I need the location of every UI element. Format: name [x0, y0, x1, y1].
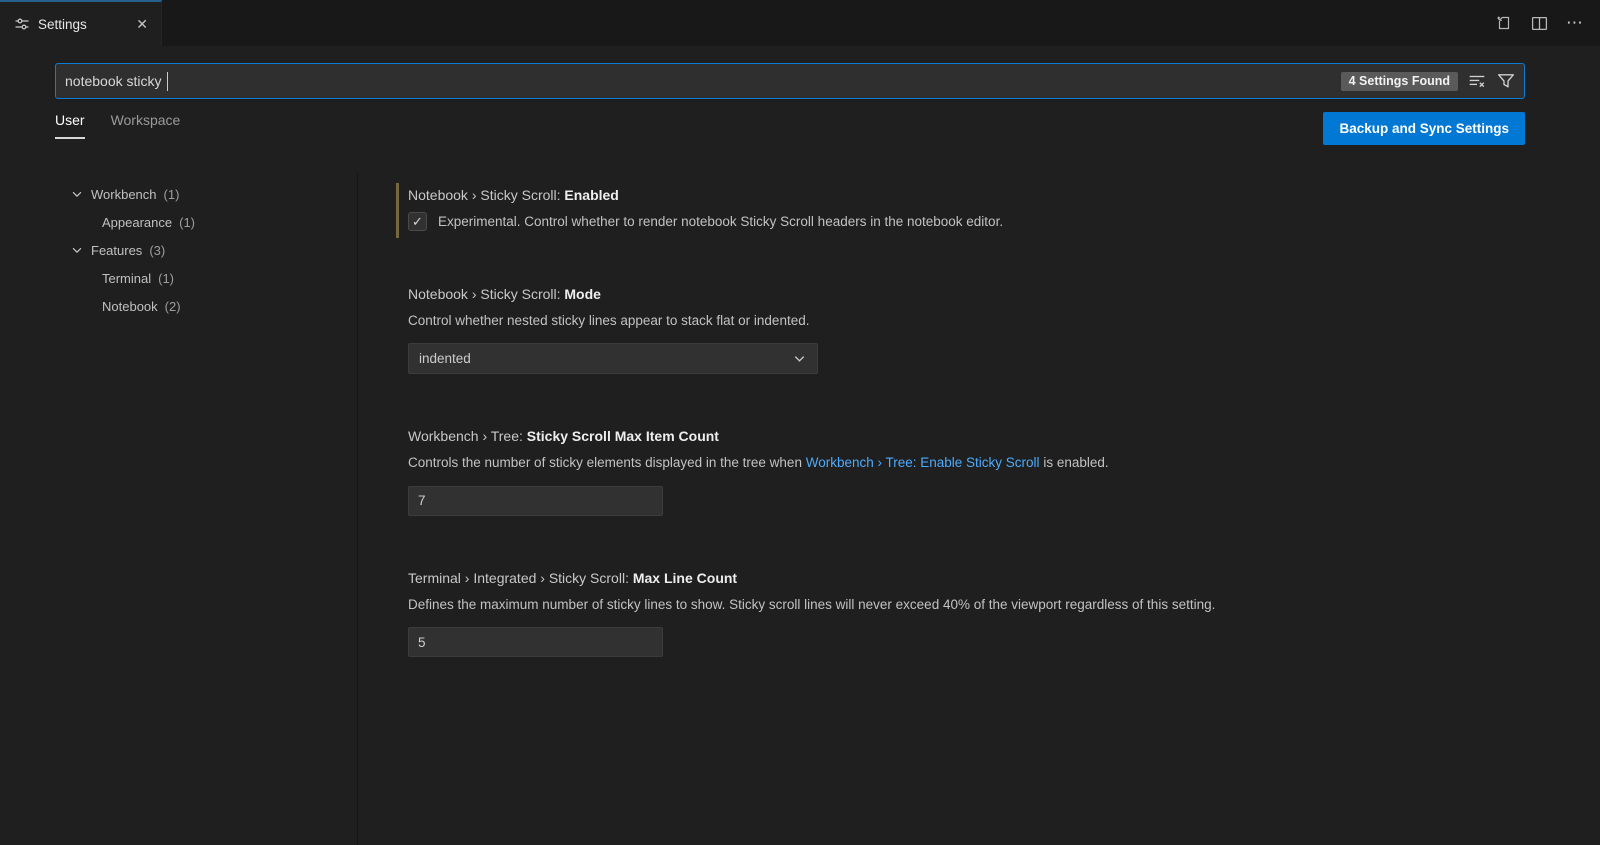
- text-caret: [167, 72, 169, 91]
- setting-description: Control whether nested sticky lines appe…: [408, 311, 1570, 331]
- editor-actions: ⋯: [1495, 0, 1600, 46]
- toc-label: Workbench: [91, 187, 157, 202]
- toc-label: Appearance: [102, 215, 172, 230]
- chevron-down-icon: [792, 351, 807, 366]
- enable-sticky-scroll-link[interactable]: Workbench › Tree: Enable Sticky Scroll: [806, 455, 1040, 470]
- clear-search-results-icon[interactable]: [1467, 71, 1487, 91]
- setting-notebook-sticky-scroll-enabled: Notebook › Sticky Scroll: Enabled ✓ Expe…: [396, 183, 1570, 238]
- setting-title: Notebook › Sticky Scroll: Enabled: [408, 187, 1570, 203]
- open-settings-json-icon[interactable]: [1495, 14, 1513, 32]
- toc-count: (3): [149, 243, 165, 258]
- settings-editor-tab[interactable]: Settings ✕: [0, 0, 162, 46]
- settings-toc: Workbench (1) Appearance (1) Features (3…: [0, 172, 358, 845]
- setting-category: Terminal › Integrated › Sticky Scroll:: [408, 570, 629, 586]
- editor-tab-strip: Settings ✕ ⋯: [0, 0, 1600, 46]
- setting-description: Experimental. Control whether to render …: [438, 212, 1003, 232]
- toc-label: Features: [91, 243, 142, 258]
- max-line-count-input[interactable]: [408, 627, 663, 657]
- tab-title: Settings: [38, 17, 125, 32]
- setting-name: Max Line Count: [633, 570, 737, 586]
- setting-description: Defines the maximum number of sticky lin…: [408, 595, 1570, 615]
- filter-icon[interactable]: [1496, 71, 1516, 91]
- setting-title: Terminal › Integrated › Sticky Scroll: M…: [408, 570, 1570, 586]
- tab-workspace[interactable]: Workspace: [111, 112, 181, 139]
- settings-sliders-icon: [14, 16, 30, 32]
- toc-item-terminal[interactable]: Terminal (1): [70, 264, 357, 292]
- toc-item-features[interactable]: Features (3): [70, 236, 357, 264]
- search-query-text: notebook sticky: [65, 73, 162, 89]
- setting-description: Controls the number of sticky elements d…: [408, 453, 1570, 473]
- toc-count: (1): [158, 271, 174, 286]
- setting-name: Mode: [564, 286, 601, 302]
- setting-category: Notebook › Sticky Scroll:: [408, 187, 561, 203]
- description-text: is enabled.: [1040, 455, 1109, 470]
- toc-label: Terminal: [102, 271, 151, 286]
- setting-name: Sticky Scroll Max Item Count: [527, 428, 719, 444]
- setting-name: Enabled: [564, 187, 618, 203]
- mode-select[interactable]: indented: [408, 343, 818, 374]
- setting-tree-sticky-scroll-max-item-count: Workbench › Tree: Sticky Scroll Max Item…: [396, 424, 1570, 522]
- settings-found-badge: 4 Settings Found: [1341, 72, 1458, 91]
- setting-terminal-sticky-scroll-max-line-count: Terminal › Integrated › Sticky Scroll: M…: [396, 566, 1570, 664]
- chevron-down-icon[interactable]: [70, 187, 84, 201]
- backup-and-sync-settings-button[interactable]: Backup and Sync Settings: [1323, 112, 1525, 145]
- toc-count: (1): [179, 215, 195, 230]
- toc-item-workbench[interactable]: Workbench (1): [70, 180, 357, 208]
- toc-label: Notebook: [102, 299, 158, 314]
- description-text: Controls the number of sticky elements d…: [408, 455, 806, 470]
- split-editor-icon[interactable]: [1531, 15, 1548, 32]
- settings-scope-tabs: User Workspace: [55, 112, 180, 139]
- setting-title: Workbench › Tree: Sticky Scroll Max Item…: [408, 428, 1570, 444]
- toc-count: (1): [164, 187, 180, 202]
- enabled-checkbox[interactable]: ✓: [408, 212, 427, 231]
- settings-list: Notebook › Sticky Scroll: Enabled ✓ Expe…: [396, 170, 1570, 707]
- chevron-down-icon[interactable]: [70, 243, 84, 257]
- search-controls: 4 Settings Found: [1341, 71, 1516, 91]
- close-tab-icon[interactable]: ✕: [133, 15, 151, 33]
- setting-category: Notebook › Sticky Scroll:: [408, 286, 561, 302]
- setting-category: Workbench › Tree:: [408, 428, 523, 444]
- toc-count: (2): [165, 299, 181, 314]
- tab-user[interactable]: User: [55, 112, 85, 139]
- max-item-count-input[interactable]: [408, 486, 663, 516]
- toc-item-appearance[interactable]: Appearance (1): [70, 208, 357, 236]
- toc-item-notebook[interactable]: Notebook (2): [70, 292, 357, 320]
- mode-select-value: indented: [419, 351, 471, 366]
- more-actions-icon[interactable]: ⋯: [1566, 13, 1584, 33]
- setting-notebook-sticky-scroll-mode: Notebook › Sticky Scroll: Mode Control w…: [396, 282, 1570, 381]
- setting-title: Notebook › Sticky Scroll: Mode: [408, 286, 1570, 302]
- settings-search-input[interactable]: notebook sticky 4 Settings Found: [55, 63, 1525, 99]
